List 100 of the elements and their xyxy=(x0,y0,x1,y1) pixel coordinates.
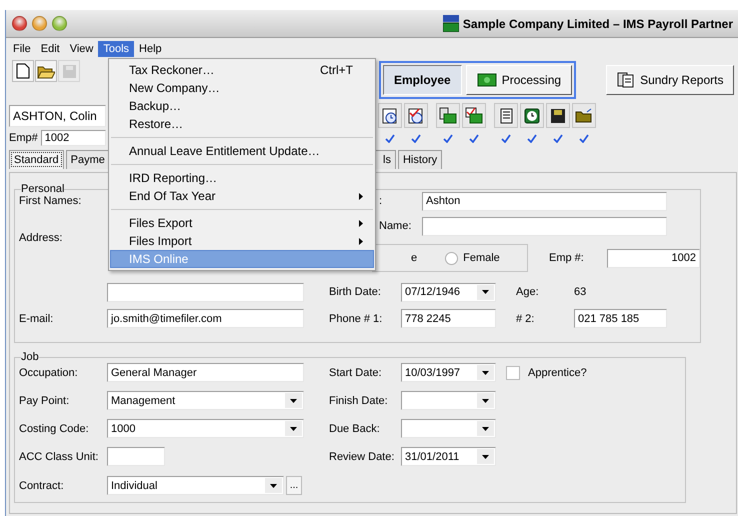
field-label: Occupation: xyxy=(19,366,79,378)
menu-item[interactable]: Tax Reckoner… Ctrl+T xyxy=(110,61,374,79)
menu-item[interactable]: Backup… xyxy=(110,97,374,115)
emp-number-field[interactable]: 1002 xyxy=(40,130,106,146)
menu-item[interactable]: IRD Reporting… xyxy=(110,169,374,187)
dropdown-button[interactable] xyxy=(477,365,494,380)
close-button[interactable] xyxy=(12,16,27,31)
toolbar-button[interactable] xyxy=(494,103,518,128)
tab[interactable]: History xyxy=(398,150,442,169)
dropdown-button[interactable] xyxy=(477,284,494,300)
field-label: Phone # 1: xyxy=(329,312,384,324)
field-label: : xyxy=(379,195,384,207)
menu-item[interactable]: End Of Tax Year xyxy=(110,187,374,205)
mode-button[interactable]: Processing xyxy=(466,65,572,95)
caret-icon xyxy=(482,426,489,430)
document-icon xyxy=(500,108,512,124)
caret-icon xyxy=(270,484,277,488)
checkmark-icon xyxy=(501,134,511,142)
dropdown-button[interactable] xyxy=(477,393,494,408)
menu-item[interactable]: Edit xyxy=(36,41,65,57)
caret-icon xyxy=(290,426,297,430)
address-field[interactable] xyxy=(107,282,304,302)
toolbar-button[interactable] xyxy=(436,103,460,128)
menu-item[interactable]: Files Export xyxy=(110,214,374,232)
menu-item[interactable]: Tools xyxy=(98,41,134,57)
surname-field[interactable]: Ashton xyxy=(422,192,667,210)
field-label: Emp #: xyxy=(549,252,585,264)
field-label: Review Date: xyxy=(329,450,396,462)
toolbar-button[interactable] xyxy=(520,103,544,128)
toolbar-button[interactable] xyxy=(12,60,34,82)
menu-item[interactable]: View xyxy=(64,41,98,57)
caret-icon xyxy=(482,454,489,458)
menu-item[interactable]: Files Import xyxy=(110,232,374,250)
checkmark-icon xyxy=(443,134,453,142)
menu-item[interactable]: File xyxy=(8,41,36,57)
checkmark-icon xyxy=(527,134,537,142)
group-title: Job xyxy=(21,351,39,363)
menu-item[interactable]: Restore… xyxy=(110,115,374,133)
menu-item[interactable]: New Company… xyxy=(110,79,374,97)
radio-button[interactable] xyxy=(445,252,458,264)
contract-dropdown[interactable]: Individual xyxy=(107,476,284,495)
caret-icon xyxy=(482,398,489,402)
field-label: Pay Point: xyxy=(19,394,70,406)
phone-field[interactable]: 021 785 185 xyxy=(574,309,667,328)
toolbar-button[interactable] xyxy=(404,103,428,128)
sundry-reports-button[interactable]: Sundry Reports xyxy=(606,65,734,95)
date-picker[interactable]: 31/01/2011 xyxy=(401,447,496,466)
dropdown-button[interactable] xyxy=(285,421,302,436)
zoom-button[interactable] xyxy=(52,16,67,31)
checkmark-icon xyxy=(411,134,421,142)
clock-icon xyxy=(524,108,540,124)
more-button[interactable]: ... xyxy=(286,476,302,495)
dropdown-button[interactable] xyxy=(477,421,494,436)
dropdown-button[interactable] xyxy=(477,449,494,464)
pay-point-dropdown[interactable]: Management xyxy=(107,391,304,410)
checkbox-label: Apprentice? xyxy=(528,366,587,378)
field-label: Start Date: xyxy=(329,366,383,378)
toolbar-button[interactable] xyxy=(378,103,402,128)
toolbar-button[interactable] xyxy=(35,60,57,82)
checkmark-icon xyxy=(579,134,589,142)
email-field[interactable]: jo.smith@timefiler.com xyxy=(107,309,304,328)
clock-check-icon xyxy=(408,108,424,124)
date-picker[interactable]: 07/12/1946 xyxy=(401,282,496,302)
tab[interactable]: Standard xyxy=(9,150,64,169)
name-field[interactable] xyxy=(422,216,667,236)
group-title: Personal xyxy=(21,183,64,195)
money-icon xyxy=(476,73,497,87)
open-folder-icon xyxy=(37,64,55,78)
caret-icon xyxy=(290,398,297,402)
checkmark-icon xyxy=(385,134,395,142)
field-label: Contract: xyxy=(19,480,65,492)
mode-button[interactable]: Employee xyxy=(383,65,462,95)
clock-document-icon xyxy=(382,108,398,124)
checkbox[interactable] xyxy=(506,366,520,380)
menu-item[interactable]: Help xyxy=(134,41,167,57)
toolbar-button[interactable] xyxy=(546,103,570,128)
minimize-button[interactable] xyxy=(32,16,47,31)
emp-number-label: Emp# xyxy=(9,132,38,144)
employee-picker[interactable]: ASHTON, Colin xyxy=(9,104,106,126)
field-label: First Names: xyxy=(19,195,82,207)
occupation-field[interactable]: General Manager xyxy=(107,363,304,382)
documents-icon xyxy=(617,72,636,88)
field-label: ACC Class Unit: xyxy=(19,450,100,462)
toolbar-button[interactable] xyxy=(462,103,486,128)
phone-field[interactable]: 778 2245 xyxy=(401,309,496,328)
acc-class-field[interactable] xyxy=(107,447,165,466)
caret-icon xyxy=(482,290,489,294)
field-label: Finish Date: xyxy=(329,394,389,406)
toolbar-button[interactable] xyxy=(572,103,596,128)
dropdown-button[interactable] xyxy=(265,478,282,493)
field-label: Birth Date: xyxy=(329,286,382,298)
costing-code-dropdown[interactable]: 1000 xyxy=(107,419,304,438)
date-picker[interactable]: 10/03/1997 xyxy=(401,363,496,382)
emp-number-field[interactable]: 1002 xyxy=(607,248,700,268)
field-label: e xyxy=(411,252,418,264)
checklist-money-icon xyxy=(465,107,483,124)
field-label: Costing Code: xyxy=(19,422,90,434)
new-document-icon xyxy=(16,63,30,79)
dropdown-button[interactable] xyxy=(285,393,302,408)
field-label: Name: xyxy=(379,220,412,232)
